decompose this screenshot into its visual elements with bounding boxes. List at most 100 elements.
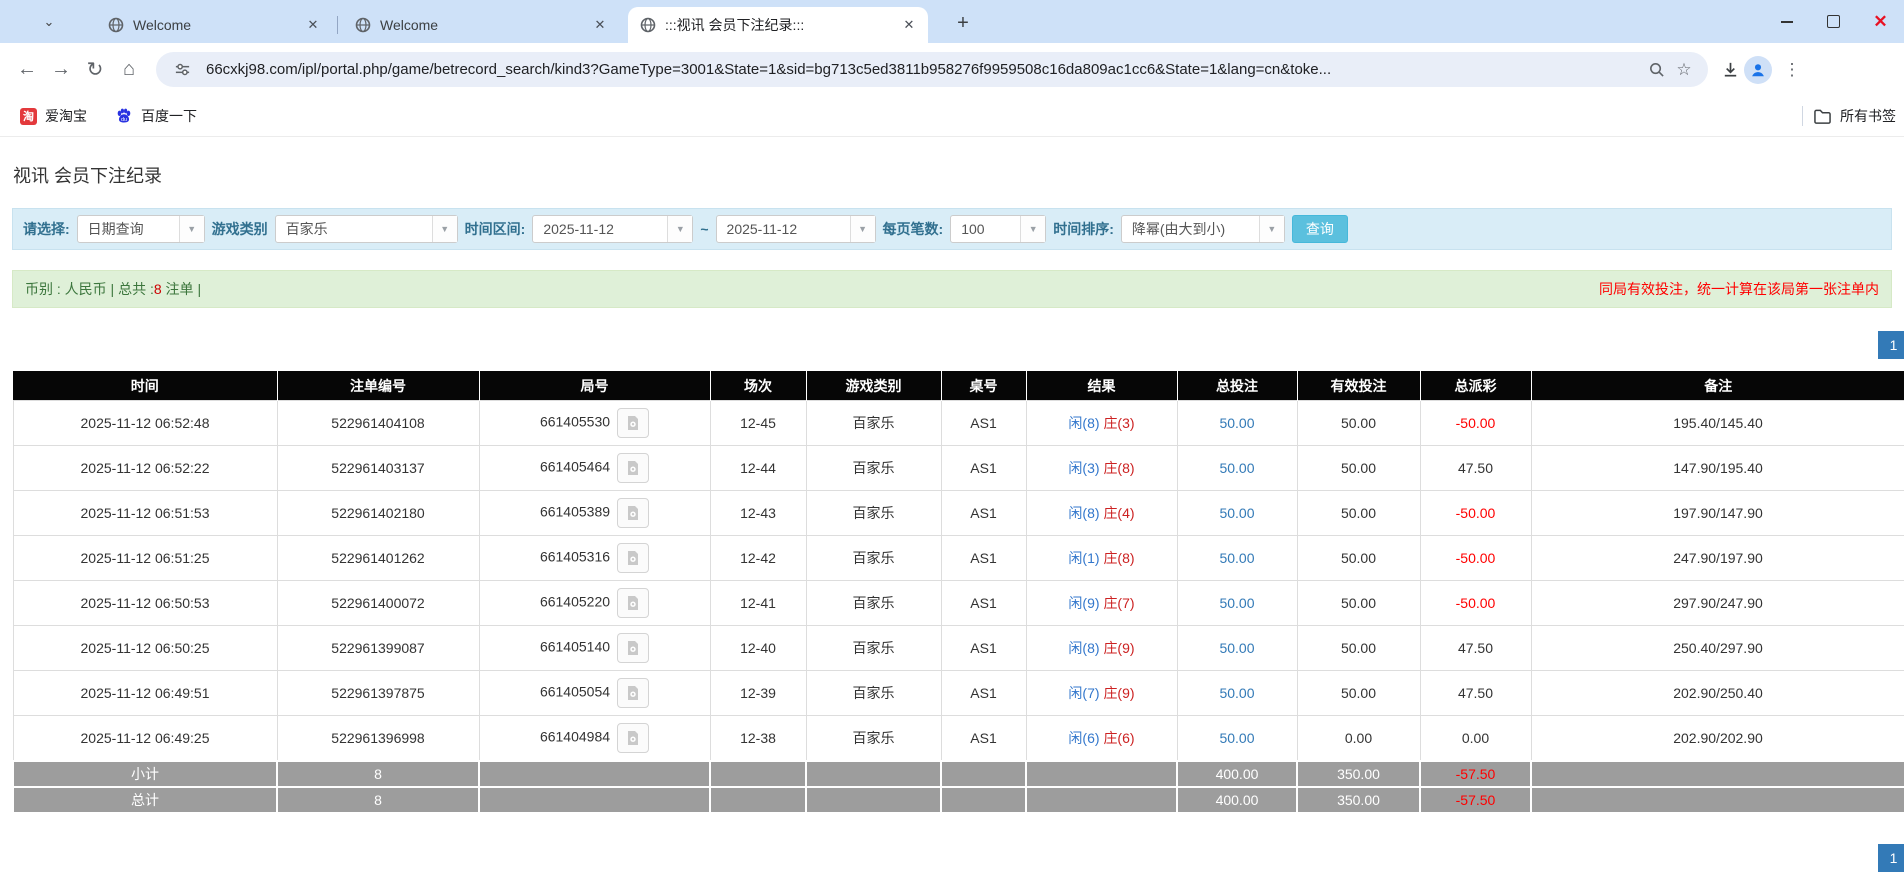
page-size-select[interactable]: 100 ▼ [950, 215, 1047, 243]
round-video-button[interactable] [617, 678, 650, 708]
bet-count: 8 [153, 281, 162, 297]
round-video-button[interactable] [617, 498, 650, 528]
total-bet-link[interactable]: 50.00 [1219, 460, 1254, 476]
round-video-button[interactable] [617, 722, 650, 753]
cell-table-no: AS1 [940, 445, 1027, 491]
site-info-icon[interactable] [168, 56, 196, 84]
chevron-down-icon: ▼ [849, 216, 875, 242]
folder-icon [1813, 108, 1832, 125]
tab-search-chevron-icon[interactable]: ⌄ [36, 9, 62, 35]
window-minimize-button[interactable] [1763, 0, 1810, 43]
globe-icon [108, 17, 124, 33]
bookmark-label: 爱淘宝 [45, 108, 87, 124]
all-bookmarks-button[interactable]: 所有书签 [1813, 106, 1896, 126]
result-banker: 庄(8) [1103, 460, 1135, 476]
game-type-value: 百家乐 [285, 221, 328, 237]
round-video-button[interactable] [617, 453, 650, 483]
baidu-paw-icon: du [115, 107, 133, 125]
total-bet-link[interactable]: 50.00 [1219, 640, 1254, 656]
round-video-button[interactable] [617, 588, 650, 618]
search-button[interactable]: 查询 [1291, 215, 1348, 243]
cell-round: 661405389 [478, 490, 711, 536]
profile-avatar[interactable] [1744, 55, 1772, 84]
sort-order-select[interactable]: 降幂(由大到小) ▼ [1120, 215, 1285, 243]
query-type-value: 日期查询 [87, 221, 144, 237]
result-player: 闲(7) [1068, 685, 1100, 701]
browser-menu-icon[interactable]: ⋮ [1778, 56, 1806, 84]
round-video-button[interactable] [617, 408, 650, 438]
column-header: 场次 [710, 371, 807, 401]
cell-game: 百家乐 [805, 490, 942, 536]
page-title: 视讯 会员下注纪录 [13, 166, 163, 186]
back-button[interactable]: ← [10, 53, 44, 87]
cell-game: 百家乐 [805, 715, 942, 761]
cell-game: 百家乐 [805, 445, 942, 491]
column-header: 桌号 [941, 371, 1027, 401]
date-to-select[interactable]: 2025-11-12 ▼ [715, 215, 876, 243]
page-size-label: 每页笔数: [882, 221, 944, 237]
cell-total-bet: 50.00 [1176, 490, 1298, 536]
tab-welcome-2[interactable]: Welcome ✕ [343, 7, 619, 43]
cell-result: 闲(8) 庄(3) [1025, 400, 1178, 446]
tab-welcome-1[interactable]: Welcome ✕ [96, 7, 332, 43]
cell-result: 闲(8) 庄(4) [1025, 490, 1178, 536]
cell-time: 2025-11-12 06:50:53 [12, 580, 278, 626]
tab-close-icon[interactable]: ✕ [900, 16, 918, 34]
result-banker: 庄(9) [1103, 685, 1135, 701]
cell-round: 661405316 [478, 535, 711, 581]
forward-button[interactable]: → [44, 53, 78, 87]
tab-close-icon[interactable]: ✕ [591, 16, 609, 34]
window-controls: ✕ [1763, 0, 1904, 43]
pagination-page-1-top[interactable]: 1 [1878, 331, 1904, 359]
cell-bet-id: 522961396998 [276, 715, 480, 761]
result-player: 闲(3) [1068, 460, 1100, 476]
cell-total-bet: 50.00 [1176, 535, 1298, 581]
round-number: 661405140 [539, 638, 611, 655]
total-bet-link[interactable]: 50.00 [1219, 685, 1254, 701]
cell-round: 661405140 [478, 625, 711, 671]
total-bet-link[interactable]: 50.00 [1219, 730, 1254, 746]
table-row: 2025-11-12 06:49:25 522961396998 661404984… [12, 715, 1904, 761]
totals-label: 小计 [12, 759, 278, 788]
bookmark-star-icon[interactable]: ☆ [1670, 56, 1698, 84]
cell-session: 12-39 [709, 670, 807, 716]
downloads-icon[interactable] [1716, 56, 1744, 84]
tab-betrecord-active[interactable]: :::视讯 会员下注纪录::: ✕ [628, 7, 928, 43]
cell-remark: 247.90/197.90 [1530, 535, 1904, 581]
round-video-button[interactable] [617, 633, 650, 663]
total-bet-link[interactable]: 50.00 [1219, 415, 1254, 431]
cell-result: 闲(6) 庄(6) [1025, 715, 1178, 761]
result-player: 闲(9) [1068, 595, 1100, 611]
chevron-down-icon: ▼ [667, 216, 693, 242]
round-video-button[interactable] [617, 543, 650, 573]
tab-close-icon[interactable]: ✕ [304, 16, 322, 34]
zoom-page-icon[interactable] [1642, 56, 1670, 84]
page-size-value: 100 [961, 221, 985, 237]
result-player: 闲(8) [1068, 505, 1100, 521]
chevron-down-icon: ▼ [1020, 216, 1046, 242]
address-bar[interactable]: 66cxkj98.com/ipl/portal.php/game/betreco… [156, 52, 1708, 87]
column-header: 结果 [1026, 371, 1178, 401]
window-close-button[interactable]: ✕ [1857, 0, 1904, 43]
date-from-select[interactable]: 2025-11-12 ▼ [532, 215, 694, 243]
cell-round: 661405530 [478, 400, 711, 446]
bookmark-baidu[interactable]: du 百度一下 [107, 102, 205, 130]
cell-payout: 47.50 [1419, 670, 1532, 716]
bookmarks-right: 所有书签 [1802, 106, 1904, 126]
home-button[interactable]: ⌂ [112, 53, 146, 87]
total-bet-link[interactable]: 50.00 [1219, 595, 1254, 611]
window-maximize-button[interactable] [1810, 0, 1857, 43]
info-bar: 币别 : 人民币 | 总共 :8 注单 | 同局有效投注，统一计算在该局第一张注… [12, 270, 1892, 308]
pagination-page-1-bottom[interactable]: 1 [1878, 844, 1904, 872]
query-type-select[interactable]: 日期查询 ▼ [76, 215, 205, 243]
cell-time: 2025-11-12 06:49:51 [12, 670, 278, 716]
totals-payout: -57.50 [1419, 785, 1532, 814]
total-bet-link[interactable]: 50.00 [1219, 550, 1254, 566]
total-bet-link[interactable]: 50.00 [1219, 505, 1254, 521]
game-type-select[interactable]: 百家乐 ▼ [274, 215, 458, 243]
cell-payout: -50.00 [1419, 535, 1532, 581]
result-player: 闲(8) [1068, 415, 1100, 431]
new-tab-button[interactable]: + [950, 10, 976, 36]
refresh-button[interactable]: ↻ [78, 53, 112, 87]
bookmark-taobao[interactable]: 淘 爱淘宝 [12, 102, 95, 130]
